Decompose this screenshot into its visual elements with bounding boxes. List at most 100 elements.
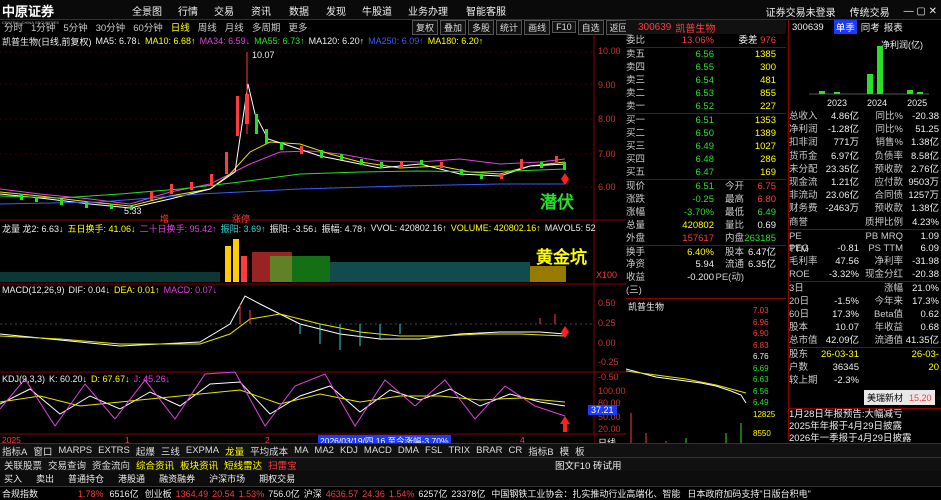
menu-business[interactable]: 业务办理 (408, 3, 448, 18)
classic-trade-link[interactable]: 传统交易 (850, 4, 890, 19)
stats-list: 现价 6.51 今开 6.75 涨跌 -0.25 最高 6.80 涨幅 -3.70% 最低 6.4… (626, 179, 786, 296)
menu-discover[interactable]: 发现 (326, 3, 346, 18)
crosshair-value: 37.21 (588, 405, 617, 415)
period-day[interactable]: 日线 (171, 20, 190, 34)
tab-tradequery[interactable]: 交易查询 (48, 458, 86, 472)
tab-indicator-b[interactable]: 指标B (528, 444, 553, 458)
margin-button[interactable]: 融资融券 (159, 472, 195, 485)
ask-row: 卖一 6.52 227 (626, 101, 776, 112)
futures-button[interactable]: 期权交易 (259, 472, 295, 485)
news-list: 1月28日年报预告:大幅减亏 2025年年报于4月29日披露 2026年一季报于… (789, 408, 941, 445)
tool-stats[interactable]: 统计 (496, 19, 523, 35)
tab-sectornews[interactable]: 板块资讯 (180, 458, 218, 472)
tab-window[interactable]: 窗口 (33, 444, 52, 458)
tab-macd[interactable]: MACD (364, 445, 392, 456)
tab-dma[interactable]: DMA (398, 445, 419, 456)
stat-row: 涨跌 -0.25 最高 6.80 (626, 194, 776, 205)
menu-overview[interactable]: 全景图 (132, 3, 162, 18)
f10-link[interactable]: 图文F10 砖试用 (555, 458, 622, 472)
tab-longliang[interactable]: 龙量 (225, 444, 244, 458)
menu-data[interactable]: 数据 (289, 3, 309, 18)
period-month[interactable]: 月线 (225, 20, 244, 34)
tab-avgcost[interactable]: 平均成本 (250, 444, 288, 458)
tool-f10[interactable]: F10 (552, 21, 576, 33)
login-status[interactable]: 证券交易未登录 (766, 4, 836, 19)
menu-trade[interactable]: 交易 (214, 3, 234, 18)
menu-service[interactable]: 智能客服 (466, 3, 506, 18)
peer-badge[interactable]: 美瑞新材 15.20 (864, 390, 935, 405)
period-60min[interactable]: 60分钟 (133, 20, 163, 34)
macd-axis-4: -0.50 (598, 372, 619, 382)
qianfu-label: 潜伏 (540, 193, 574, 212)
hk-button[interactable]: 港股通 (118, 472, 145, 485)
quote-name: 凯普生物 (675, 23, 716, 35)
bid-list: 买一 6.51 1353 买二 6.50 1389 买三 6.49 1027 买四 6.48 2… (626, 113, 786, 179)
price-axis-9: 9.00 (598, 80, 616, 90)
window-controls[interactable]: — ▢ ✕ (904, 6, 937, 17)
tab-template[interactable]: 模 (560, 444, 570, 458)
status-bar: 合规指数 1.78% 6516亿 创业板 1364.49 20.54 1.53%… (0, 486, 941, 500)
macd-plot (0, 295, 594, 350)
sell-button[interactable]: 卖出 (36, 472, 54, 485)
tab-fsl[interactable]: FSL (425, 445, 442, 456)
stat-row: 外盘 157617 内盘 263185 (626, 233, 776, 244)
f10-tab-report[interactable]: 报表 (884, 20, 903, 34)
huangjinkeng-label: 黄金坑 (536, 248, 587, 267)
tab-indicator-a[interactable]: 指标A (2, 444, 27, 458)
menu-bull[interactable]: 牛股道 (362, 3, 392, 18)
menu-news[interactable]: 资讯 (251, 3, 271, 18)
tab-saolei[interactable]: 扫雷宝 (268, 458, 297, 472)
tab-brar[interactable]: BRAR (476, 445, 502, 456)
bid-row: 买四 6.48 286 (626, 154, 776, 165)
tool-fuquan[interactable]: 复权 (412, 19, 439, 35)
tool-draw[interactable]: 画线 (524, 19, 551, 35)
tool-overlay[interactable]: 叠加 (440, 19, 467, 35)
tab-news[interactable]: 综合资讯 (136, 458, 174, 472)
tab-board[interactable]: 板 (575, 444, 585, 458)
f10-tab-compare[interactable]: 同考 (861, 20, 880, 34)
tab-fundflow[interactable]: 资金流向 (92, 458, 130, 472)
news-item[interactable]: 1月28日年报预告:大幅减亏 (789, 409, 941, 421)
tab-related[interactable]: 关联股票 (4, 458, 42, 472)
period-fenshi[interactable]: 分时 (4, 20, 23, 34)
up-arrow-icon (560, 416, 570, 432)
buy-button[interactable]: 买入 (4, 472, 22, 485)
news-ticker-2[interactable]: 日本政府加码支持"日版台积电" (687, 487, 827, 500)
tool-watch[interactable]: 自选 (577, 19, 604, 35)
volume-bars (0, 239, 566, 282)
period-1min[interactable]: 1分钟 (31, 20, 55, 34)
tab-ma[interactable]: MA (294, 445, 308, 456)
macd-axis-2: 0.00 (598, 338, 616, 348)
stat-row: 净资 5.94 流通 6.35亿 (626, 259, 776, 270)
tab-extrs[interactable]: EXTRS (98, 445, 130, 456)
bid-row: 买五 6.47 169 (626, 167, 776, 178)
tab-expma[interactable]: EXPMA (186, 445, 219, 456)
period-more[interactable]: 更多 (288, 20, 307, 34)
bid-row: 买三 6.49 1027 (626, 141, 776, 152)
kdj-axis-3: 20.00 (598, 424, 621, 434)
f10-tab-quarter[interactable]: 单季 (833, 20, 857, 34)
tab-radar[interactable]: 短线雷达 (224, 458, 262, 472)
intraday-panel[interactable]: 凯普生物 7.03 6.96 6.90 6.83 6.76 6.69 6.63 6.56 6.4… (626, 298, 786, 458)
stat-row: 现价 6.51 今开 6.75 (626, 181, 776, 192)
news-ticker[interactable]: 中国钢铁工业协会：扎实推动行业高端化、智能化、绿色化发展 (491, 487, 681, 500)
tool-multi[interactable]: 多股 (468, 19, 495, 35)
tab-cr[interactable]: CR (509, 445, 523, 456)
tab-kdj[interactable]: KDJ (340, 445, 358, 456)
tab-trix[interactable]: TRIX (448, 445, 470, 456)
tab-marps[interactable]: MARPS (58, 445, 92, 456)
period-30min[interactable]: 30分钟 (96, 20, 126, 34)
period-multi[interactable]: 多周期 (252, 20, 281, 34)
tab-sanxian[interactable]: 三线 (161, 444, 180, 458)
period-5min[interactable]: 5分钟 (63, 20, 87, 34)
position-button[interactable]: 普通持仓 (68, 472, 104, 485)
period-week[interactable]: 周线 (198, 20, 217, 34)
tab-ma2[interactable]: MA2 (314, 445, 334, 456)
bid-row: 买一 6.51 1353 (626, 115, 776, 126)
high-label: 10.07 (252, 50, 275, 60)
tab-qibao[interactable]: 起爆 (136, 444, 155, 458)
sh-market-button[interactable]: 沪深市场 (209, 472, 245, 485)
chart-tools: 复权 叠加 多股 统计 画线 F10 自选 返回 (412, 19, 634, 35)
menu-quotes[interactable]: 行情 (178, 3, 198, 18)
news-item[interactable]: 2025年年报于4月29日披露 (789, 421, 941, 433)
